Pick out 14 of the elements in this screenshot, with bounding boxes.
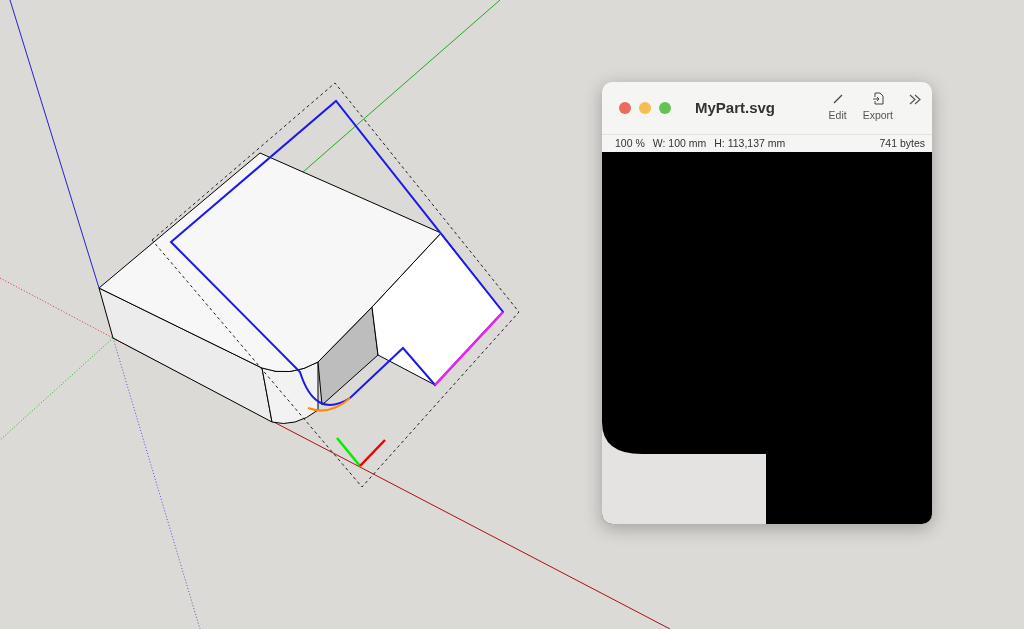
export-icon (871, 92, 884, 106)
zoom-level: 100 % (615, 135, 645, 151)
more-chevrons-icon[interactable] (909, 94, 922, 105)
edit-button[interactable]: Edit (828, 93, 847, 124)
axes-gizmo-icon (336, 437, 386, 467)
window-title: MyPart.svg (695, 97, 776, 118)
export-button[interactable]: Export (862, 92, 893, 124)
zoom-icon[interactable] (659, 102, 671, 114)
file-size: 741 bytes (879, 135, 925, 151)
height-value: H: 113,137 mm (714, 135, 786, 151)
width-value: W: 100 mm (652, 135, 707, 151)
close-icon[interactable] (619, 102, 631, 114)
pencil-icon (831, 93, 844, 106)
minimize-icon[interactable] (639, 102, 651, 114)
